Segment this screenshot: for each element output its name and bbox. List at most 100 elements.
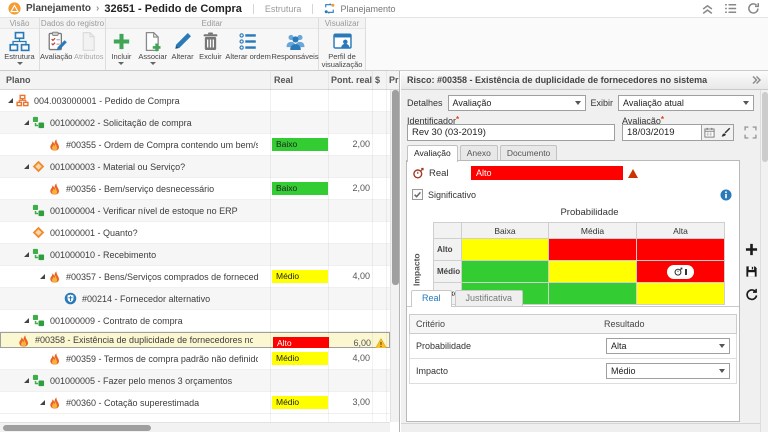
link-estrutura[interactable]: Estrutura (265, 4, 302, 14)
excluir-button[interactable]: Excluir (196, 29, 224, 70)
tree-vertical-scrollbar[interactable] (390, 90, 399, 422)
detail-tabs: Avaliação Anexo Documento (407, 145, 557, 161)
tab-justificativa[interactable]: Justificativa (455, 290, 524, 306)
button-label: Avaliação (40, 53, 72, 61)
pont-real-value: 2,00 (326, 139, 370, 149)
pont-real-value: 3,00 (326, 397, 370, 407)
toolbar-group-visualizar: Visualizar Perfil de visualização (319, 18, 366, 70)
group-label: Visualizar (319, 18, 365, 29)
detalhes-select[interactable]: Avaliação (448, 95, 586, 111)
toolbar-filler (366, 18, 768, 70)
tree-row[interactable]: #00214 - Fornecedor alternativo (0, 288, 390, 310)
tree-row[interactable]: 001000010 - Recebimento (0, 244, 390, 266)
scrollbar-thumb[interactable] (762, 92, 768, 162)
scrollbar-thumb[interactable] (3, 425, 151, 431)
expand-toggle-icon[interactable] (24, 120, 29, 125)
impacto-select[interactable]: Médio (606, 363, 730, 379)
pencil-icon (172, 31, 193, 52)
exibir-select[interactable]: Avaliação atual (618, 95, 754, 111)
expand-toggle-icon[interactable] (40, 274, 45, 279)
associar-button[interactable]: Associar (137, 29, 169, 70)
save-icon[interactable] (745, 265, 758, 278)
tree-row[interactable]: #00355 - Ordem de Compra contendo um bem… (0, 134, 390, 156)
matrix-cell-selected[interactable] (637, 261, 724, 282)
incluir-button[interactable]: Incluir (106, 29, 137, 70)
expand-toggle-icon[interactable] (8, 98, 13, 103)
breadcrumb-module[interactable]: Planejamento (26, 3, 91, 14)
tab-documento[interactable]: Documento (500, 145, 557, 161)
tree-row[interactable]: #00360 - Cotação superestimada Médio 3,0… (0, 392, 390, 414)
expand-toggle-icon[interactable] (24, 318, 29, 323)
expand-toggle-icon[interactable] (40, 400, 45, 405)
collapse-panel-icon[interactable] (750, 74, 762, 86)
criterio-header: Critério (410, 319, 604, 329)
matrix-cell[interactable] (549, 239, 636, 260)
responsaveis-button[interactable]: Responsáveis (272, 29, 318, 70)
tree-row[interactable]: #00359 - Termos de compra padrão não def… (0, 348, 390, 370)
panel-scrollbar[interactable] (760, 90, 768, 432)
chevron-down-icon (719, 369, 725, 373)
estrutura-button[interactable]: Estrutura (0, 29, 39, 70)
tree-item-label: #00356 - Bem/serviço desnecessário (66, 184, 214, 194)
tree-row[interactable]: 001000004 - Verificar nível de estoque n… (0, 200, 390, 222)
column-real: Real (274, 75, 293, 85)
scrollbar-thumb[interactable] (392, 90, 399, 285)
info-icon[interactable] (720, 189, 732, 201)
button-label: Estrutura (4, 53, 34, 61)
tree-row[interactable]: #00357 - Bens/Serviços comprados de forn… (0, 266, 390, 288)
pont-real-value: 4,00 (326, 353, 370, 363)
activity-icon (32, 204, 45, 217)
column-pr: Pr (389, 75, 399, 85)
tab-real[interactable]: Real (411, 290, 452, 307)
calendar-button[interactable] (701, 124, 718, 141)
tab-anexo[interactable]: Anexo (460, 145, 498, 161)
button-label: Associar (138, 53, 167, 61)
marker-tick (685, 269, 687, 275)
identificador-input[interactable] (407, 124, 615, 141)
tree-row[interactable]: #00356 - Bem/serviço desnecessário Baixo… (0, 178, 390, 200)
probabilidade-select[interactable]: Alta (606, 338, 730, 354)
tree-row[interactable]: 001000009 - Contrato de compra (0, 310, 390, 332)
tree-body: 004.003000001 - Pedido de Compra 0010000… (0, 90, 390, 420)
matrix-cell[interactable] (549, 261, 636, 282)
matrix-cell[interactable] (637, 239, 724, 260)
tree-row[interactable]: 001000002 - Solicitação de compra (0, 112, 390, 134)
matrix-cell[interactable] (462, 239, 548, 260)
tree-horizontal-scrollbar[interactable] (0, 422, 390, 432)
tree-row[interactable]: 001000005 - Fazer pelo menos 3 orçamento… (0, 370, 390, 392)
avaliacao-date-input[interactable] (622, 124, 702, 141)
risk-panel-title-bar: Risco: #00358 - Existência de duplicidad… (401, 71, 768, 90)
pont-real-value: 4,00 (326, 271, 370, 281)
expand-toggle-icon[interactable] (24, 378, 29, 383)
add-evaluation-icon[interactable] (745, 243, 758, 256)
risk-icon (48, 270, 61, 283)
significativo-checkbox[interactable] (412, 189, 423, 200)
tree-item-label: #00214 - Fornecedor alternativo (82, 294, 210, 304)
alterar-button[interactable]: Alterar (169, 29, 197, 70)
matrix-row-medio: Médio (434, 261, 461, 282)
avaliacao-button[interactable]: Avaliação (40, 29, 73, 70)
button-label: Incluir (111, 53, 131, 61)
tree-row[interactable]: 004.003000001 - Pedido de Compra (0, 90, 390, 112)
tree-row-selected[interactable]: #00358 - Existência de duplicidade de fo… (0, 332, 390, 348)
tab-avaliacao[interactable]: Avaliação (407, 145, 458, 162)
expand-toggle-icon[interactable] (24, 252, 29, 257)
reload-icon[interactable] (745, 288, 758, 301)
matrix-cell[interactable] (462, 261, 548, 282)
tree-row[interactable]: 001000003 - Material ou Serviço? (0, 156, 390, 178)
perfil-visualizacao-button[interactable]: Perfil de visualização (319, 29, 365, 70)
view-list-icon[interactable] (724, 2, 737, 15)
tree-header: Plano Real Pont. real $ Pr (0, 71, 399, 90)
panel-controls: Detalhes Avaliação Exibir Avaliação atua… (407, 94, 754, 111)
maximize-icon[interactable] (744, 126, 757, 139)
refresh-icon[interactable] (747, 2, 760, 15)
sign-button[interactable] (717, 124, 734, 141)
associate-icon (142, 31, 163, 52)
link-planejamento[interactable]: Planejamento (340, 4, 395, 14)
required-marker: * (661, 115, 664, 124)
tree-item-label: 001000003 - Material ou Serviço? (50, 162, 185, 172)
collapse-all-icon[interactable] (701, 2, 714, 15)
alterar-ordem-button[interactable]: Alterar ordem (224, 29, 272, 70)
tree-row[interactable]: 001000001 - Quanto? (0, 222, 390, 244)
expand-toggle-icon[interactable] (24, 164, 29, 169)
